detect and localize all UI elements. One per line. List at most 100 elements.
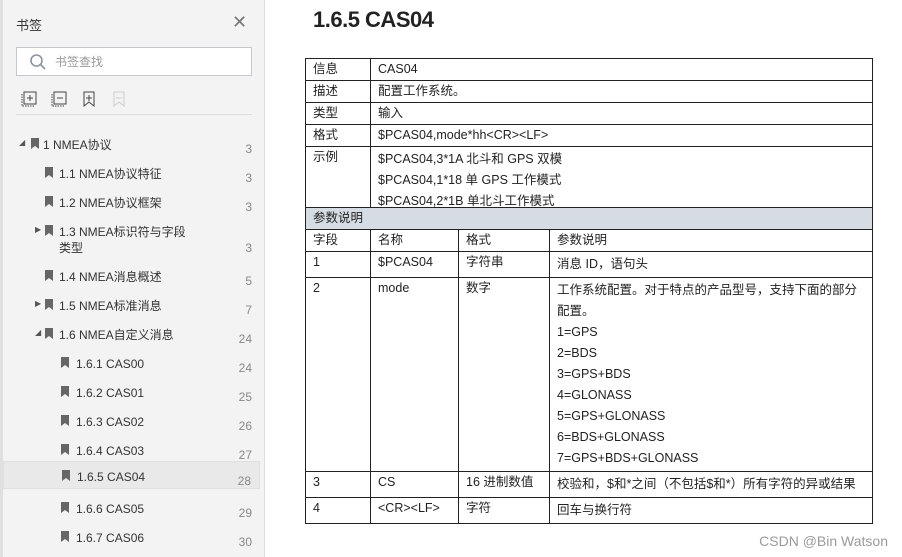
- param-table: 参数说明 字段 名称 格式 参数说明 1 $PCAS04 字符串 消息 ID，语句头 2 mode 数…: [305, 207, 873, 524]
- param-format: 数字: [458, 277, 550, 472]
- bookmark-icon: [61, 531, 69, 542]
- bookmark-page-number: 26: [238, 419, 252, 433]
- column-header: 格式: [458, 229, 550, 252]
- bookmark-label: 1.3 NMEA标识符与字段 类型: [59, 225, 186, 255]
- bookmark-label: 1.1 NMEA协议特征: [59, 167, 162, 181]
- close-icon[interactable]: ✕: [232, 12, 247, 33]
- param-row: 3 CS 16 进制数值 校验和，$和*之间（不包括$和*）所有字符的异或结果: [305, 471, 873, 498]
- bookmark-item[interactable]: 1.1 NMEA协议特征 3: [3, 159, 260, 187]
- bookmark-item[interactable]: 1.4 NMEA消息概述 5: [3, 262, 260, 290]
- param-field: 4: [305, 497, 371, 524]
- param-description: 7=GPS+BDS+GLONASS: [557, 451, 699, 465]
- param-description: 3=GPS+BDS: [557, 367, 631, 381]
- bookmark-item[interactable]: ◢ 1 NMEA协议 3: [3, 130, 260, 158]
- param-description: 6=BDS+GLONASS: [557, 430, 665, 444]
- param-name: mode: [370, 277, 459, 472]
- bookmark-label: 1.4 NMEA消息概述: [59, 270, 162, 284]
- bookmark-page-number: 30: [238, 535, 252, 549]
- param-format: 字符串: [458, 251, 550, 278]
- column-header: 名称: [370, 229, 459, 252]
- bookmark-page-number: 24: [238, 361, 252, 375]
- bookmark-page-number: 27: [238, 448, 252, 462]
- bookmark-icon: [31, 138, 39, 149]
- bookmark-item[interactable]: 1.6.1 CAS00 24: [3, 349, 260, 377]
- bookmark-item[interactable]: ◢ 1.6 NMEA自定义消息 24: [3, 320, 260, 348]
- info-key: 类型: [305, 102, 371, 125]
- bookmark-label: 1.6.6 CAS05: [76, 502, 145, 516]
- expand-all-icon[interactable]: [21, 91, 37, 107]
- info-row: 类型 输入: [305, 102, 873, 125]
- param-header-row: 字段 名称 格式 参数说明: [305, 229, 873, 252]
- info-value: $PCAS04,1*18 单 GPS 工作模式: [378, 173, 562, 187]
- bookmark-item[interactable]: ▶ 1.5 NMEA标准消息 7: [3, 291, 260, 319]
- param-field: 3: [305, 471, 371, 498]
- bookmark-label: 1 NMEA协议: [43, 138, 112, 152]
- param-description: 4=GLONASS: [557, 388, 632, 402]
- bookmark-icon: [45, 328, 53, 339]
- info-row: 信息 CAS04: [305, 58, 873, 81]
- watermark: CSDN @Bin Watson: [759, 533, 888, 549]
- info-row: 描述 配置工作系统。: [305, 80, 873, 103]
- param-section-title: 参数说明: [305, 207, 873, 230]
- bookmark-page-number: 5: [245, 274, 252, 288]
- param-row: 1 $PCAS04 字符串 消息 ID，语句头: [305, 251, 873, 278]
- bookmark-label: 1.2 NMEA协议框架: [59, 196, 162, 210]
- bookmark-icon: [61, 357, 69, 368]
- param-description: 工作系统配置。对于特点的产品型号，支持下面的部分配置。: [557, 283, 858, 318]
- bookmark-icon: [45, 196, 53, 207]
- info-table: 信息 CAS04 描述 配置工作系统。 类型 输入 格式 $PCAS04,mode*hh<CR…: [305, 58, 873, 215]
- bookmark-item[interactable]: 1.6.2 CAS01 25: [3, 378, 260, 406]
- expand-toggle-icon[interactable]: ▶: [35, 299, 41, 308]
- bookmark-page-number: 3: [245, 241, 252, 255]
- bookmark-label: 1.5 NMEA标准消息: [59, 299, 162, 313]
- param-description: 校验和，$和*之间（不包括$和*）所有字符的异或结果: [557, 477, 856, 491]
- collapse-toggle-icon[interactable]: ◢: [35, 328, 41, 337]
- info-value: CAS04: [378, 62, 418, 76]
- bookmark-item[interactable]: 1.6.7 CAS06 30: [3, 523, 260, 551]
- bookmark-label: 1.6 NMEA自定义消息: [59, 328, 174, 342]
- search-icon: [30, 53, 46, 70]
- info-value: 配置工作系统。: [378, 84, 466, 98]
- bookmark-item[interactable]: 1.6.3 CAS02 26: [3, 407, 260, 435]
- param-name: CS: [370, 471, 459, 498]
- bookmark-icon: [45, 225, 53, 236]
- bookmark-icon: [61, 386, 69, 397]
- info-key: 示例: [305, 146, 371, 215]
- bookmark-label: 1.6.4 CAS03: [76, 444, 145, 458]
- bookmark-page-number: 24: [238, 332, 252, 346]
- collapse-all-icon[interactable]: [51, 91, 67, 107]
- info-key: 描述: [305, 80, 371, 103]
- param-name: <CR><LF>: [370, 497, 459, 524]
- bookmark-item[interactable]: 1.6.6 CAS05 29: [3, 494, 260, 522]
- param-description: 5=GPS+GLONASS: [557, 409, 666, 423]
- param-description: 消息 ID，语句头: [557, 257, 648, 271]
- bookmark-search-input[interactable]: [55, 54, 235, 69]
- bookmark-item[interactable]: 1.2 NMEA协议框架 3: [3, 188, 260, 216]
- bookmark-label: 1.6.7 CAS06: [76, 531, 145, 545]
- info-key: 格式: [305, 124, 371, 147]
- bookmark-search[interactable]: [16, 47, 252, 76]
- param-format: 16 进制数值: [458, 471, 550, 498]
- panel-title: 书签: [16, 18, 43, 33]
- add-bookmark-icon[interactable]: [81, 91, 97, 108]
- collapse-toggle-icon[interactable]: ◢: [19, 138, 25, 147]
- bookmark-label: 1.6.1 CAS00: [76, 357, 145, 371]
- param-field: 2: [305, 277, 371, 472]
- bookmark-icon: [62, 470, 70, 481]
- document-view: 1.6.5 CAS04 信息 CAS04 描述 配置工作系统。 类型 输入 格式 $PCAS0…: [265, 0, 902, 557]
- bookmark-label: 1.6.2 CAS01: [76, 386, 145, 400]
- expand-toggle-icon[interactable]: ▶: [35, 225, 41, 234]
- bookmark-page-number: 28: [237, 474, 251, 488]
- bookmark-page-number: 3: [245, 200, 252, 214]
- bookmark-item[interactable]: ▶ 1.3 NMEA标识符与字段 类型 3: [3, 217, 260, 257]
- bookmark-icon: [61, 444, 69, 455]
- bookmark-page-number: 25: [238, 390, 252, 404]
- bookmark-item[interactable]: 1.6.5 CAS04 28: [3, 461, 260, 489]
- bookmark-page-number: 3: [245, 171, 252, 185]
- bookmark-item[interactable]: 1.6.4 CAS03 27: [3, 436, 260, 464]
- bookmark-label: 1.6.3 CAS02: [76, 415, 145, 429]
- column-header: 参数说明: [549, 229, 873, 252]
- param-name: $PCAS04: [370, 251, 459, 278]
- bookmark-icon: [61, 415, 69, 426]
- bookmark-icon: [45, 167, 53, 178]
